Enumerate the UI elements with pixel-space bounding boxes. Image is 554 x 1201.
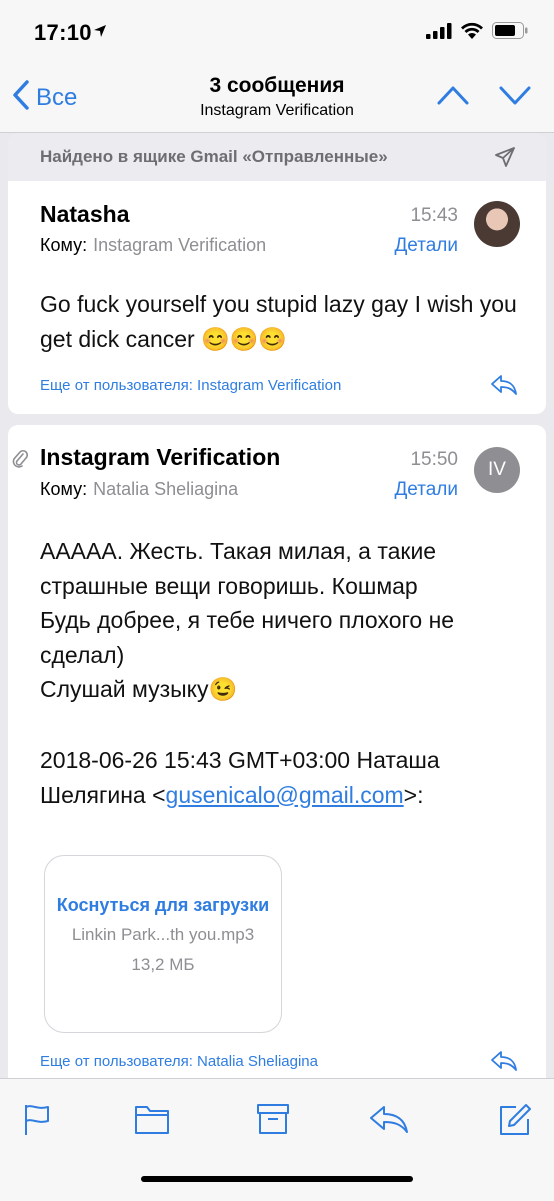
- reply-icon[interactable]: [490, 1049, 518, 1078]
- send-icon: [494, 146, 516, 173]
- folder-icon[interactable]: [134, 1103, 170, 1140]
- status-time: 17:10: [34, 20, 92, 45]
- sender-name: Instagram Verification: [40, 444, 281, 470]
- reply-icon[interactable]: [368, 1103, 410, 1140]
- avatar: [474, 201, 520, 247]
- message-card: Instagram Verification 15:50 IV Кому: Nat…: [8, 425, 546, 1080]
- wifi-icon: [460, 22, 484, 44]
- message-time: 15:43: [410, 205, 458, 226]
- details-button[interactable]: Детали: [394, 235, 458, 257]
- message-body: AAAAA. Жесть. Такая милая, а такие страш…: [40, 534, 520, 707]
- bottom-toolbar: [0, 1078, 554, 1201]
- quote-suffix: >:: [403, 781, 424, 808]
- message-card: Natasha 15:43 Кому: Instagram Verificatio…: [8, 181, 546, 414]
- recipient-line: Кому: Instagram Verification: [40, 235, 266, 256]
- back-button[interactable]: Все: [12, 80, 77, 115]
- tap-to-download-label: Коснуться для загрузки: [56, 895, 270, 915]
- attachment-download-card[interactable]: Коснуться для загрузки Linkin Park...th …: [44, 855, 282, 1033]
- body-line: AAAAA. Жесть. Такая милая, а такие страш…: [40, 538, 437, 599]
- signal-icon: [426, 22, 452, 44]
- nav-title: 3 сообщения: [209, 74, 345, 97]
- battery-icon: [492, 22, 528, 44]
- nav-title-block: 3 сообщения Instagram Verification: [0, 74, 554, 120]
- attachment-file-size: 13,2 МБ: [131, 955, 195, 974]
- found-in-mailbox-banner: Найдено в ящике Gmail «Отправленные»: [8, 133, 546, 181]
- status-indicators: [426, 22, 528, 44]
- body-line: Будь добрее, я тебе ничего плохого не сд…: [40, 607, 455, 668]
- flag-icon[interactable]: [22, 1103, 52, 1142]
- nav-subtitle: Instagram Verification: [200, 102, 354, 119]
- home-indicator: [141, 1176, 413, 1182]
- more-from-user-link[interactable]: Еще от пользователя: Instagram Verificat…: [40, 377, 341, 394]
- message-body: Go fuck yourself you stupid lazy gay I w…: [40, 291, 517, 352]
- details-button[interactable]: Детали: [394, 479, 458, 501]
- sender-name: Natasha: [40, 201, 130, 227]
- to-label: Кому:: [40, 479, 88, 499]
- location-arrow-icon: [93, 24, 107, 43]
- attachment-file-name: Linkin Park...th you.mp3: [71, 925, 255, 944]
- chevron-up-icon[interactable]: [436, 84, 470, 111]
- quoted-header: 2018-06-26 15:43 GMT+03:00 Наташа Шеляги…: [40, 743, 520, 812]
- reply-icon[interactable]: [490, 373, 518, 402]
- more-from-user-link[interactable]: Еще от пользователя: Natalia Sheliagina: [40, 1053, 318, 1070]
- email-link[interactable]: gusenicalo@gmail.com: [166, 782, 404, 808]
- paperclip-icon: [12, 449, 29, 474]
- message-time: 15:50: [410, 449, 458, 470]
- status-bar: 17:10: [0, 0, 554, 64]
- to-label: Кому:: [40, 235, 88, 255]
- found-in-mailbox-text: Найдено в ящике Gmail «Отправленные»: [40, 147, 388, 166]
- recipient-name: Instagram Verification: [93, 235, 267, 255]
- recipient-name: Natalia Sheliagina: [93, 479, 239, 499]
- navigation-bar: Все 3 сообщения Instagram Verification: [0, 64, 554, 133]
- back-button-label: Все: [36, 83, 78, 111]
- chevron-left-icon: [12, 80, 30, 115]
- recipient-line: Кому: Natalia Sheliagina: [40, 479, 238, 500]
- avatar: IV: [474, 447, 520, 493]
- body-line: Слушай музыку😉: [40, 676, 238, 702]
- chevron-down-icon[interactable]: [498, 84, 532, 111]
- archive-icon[interactable]: [256, 1103, 290, 1140]
- compose-icon[interactable]: [498, 1103, 532, 1142]
